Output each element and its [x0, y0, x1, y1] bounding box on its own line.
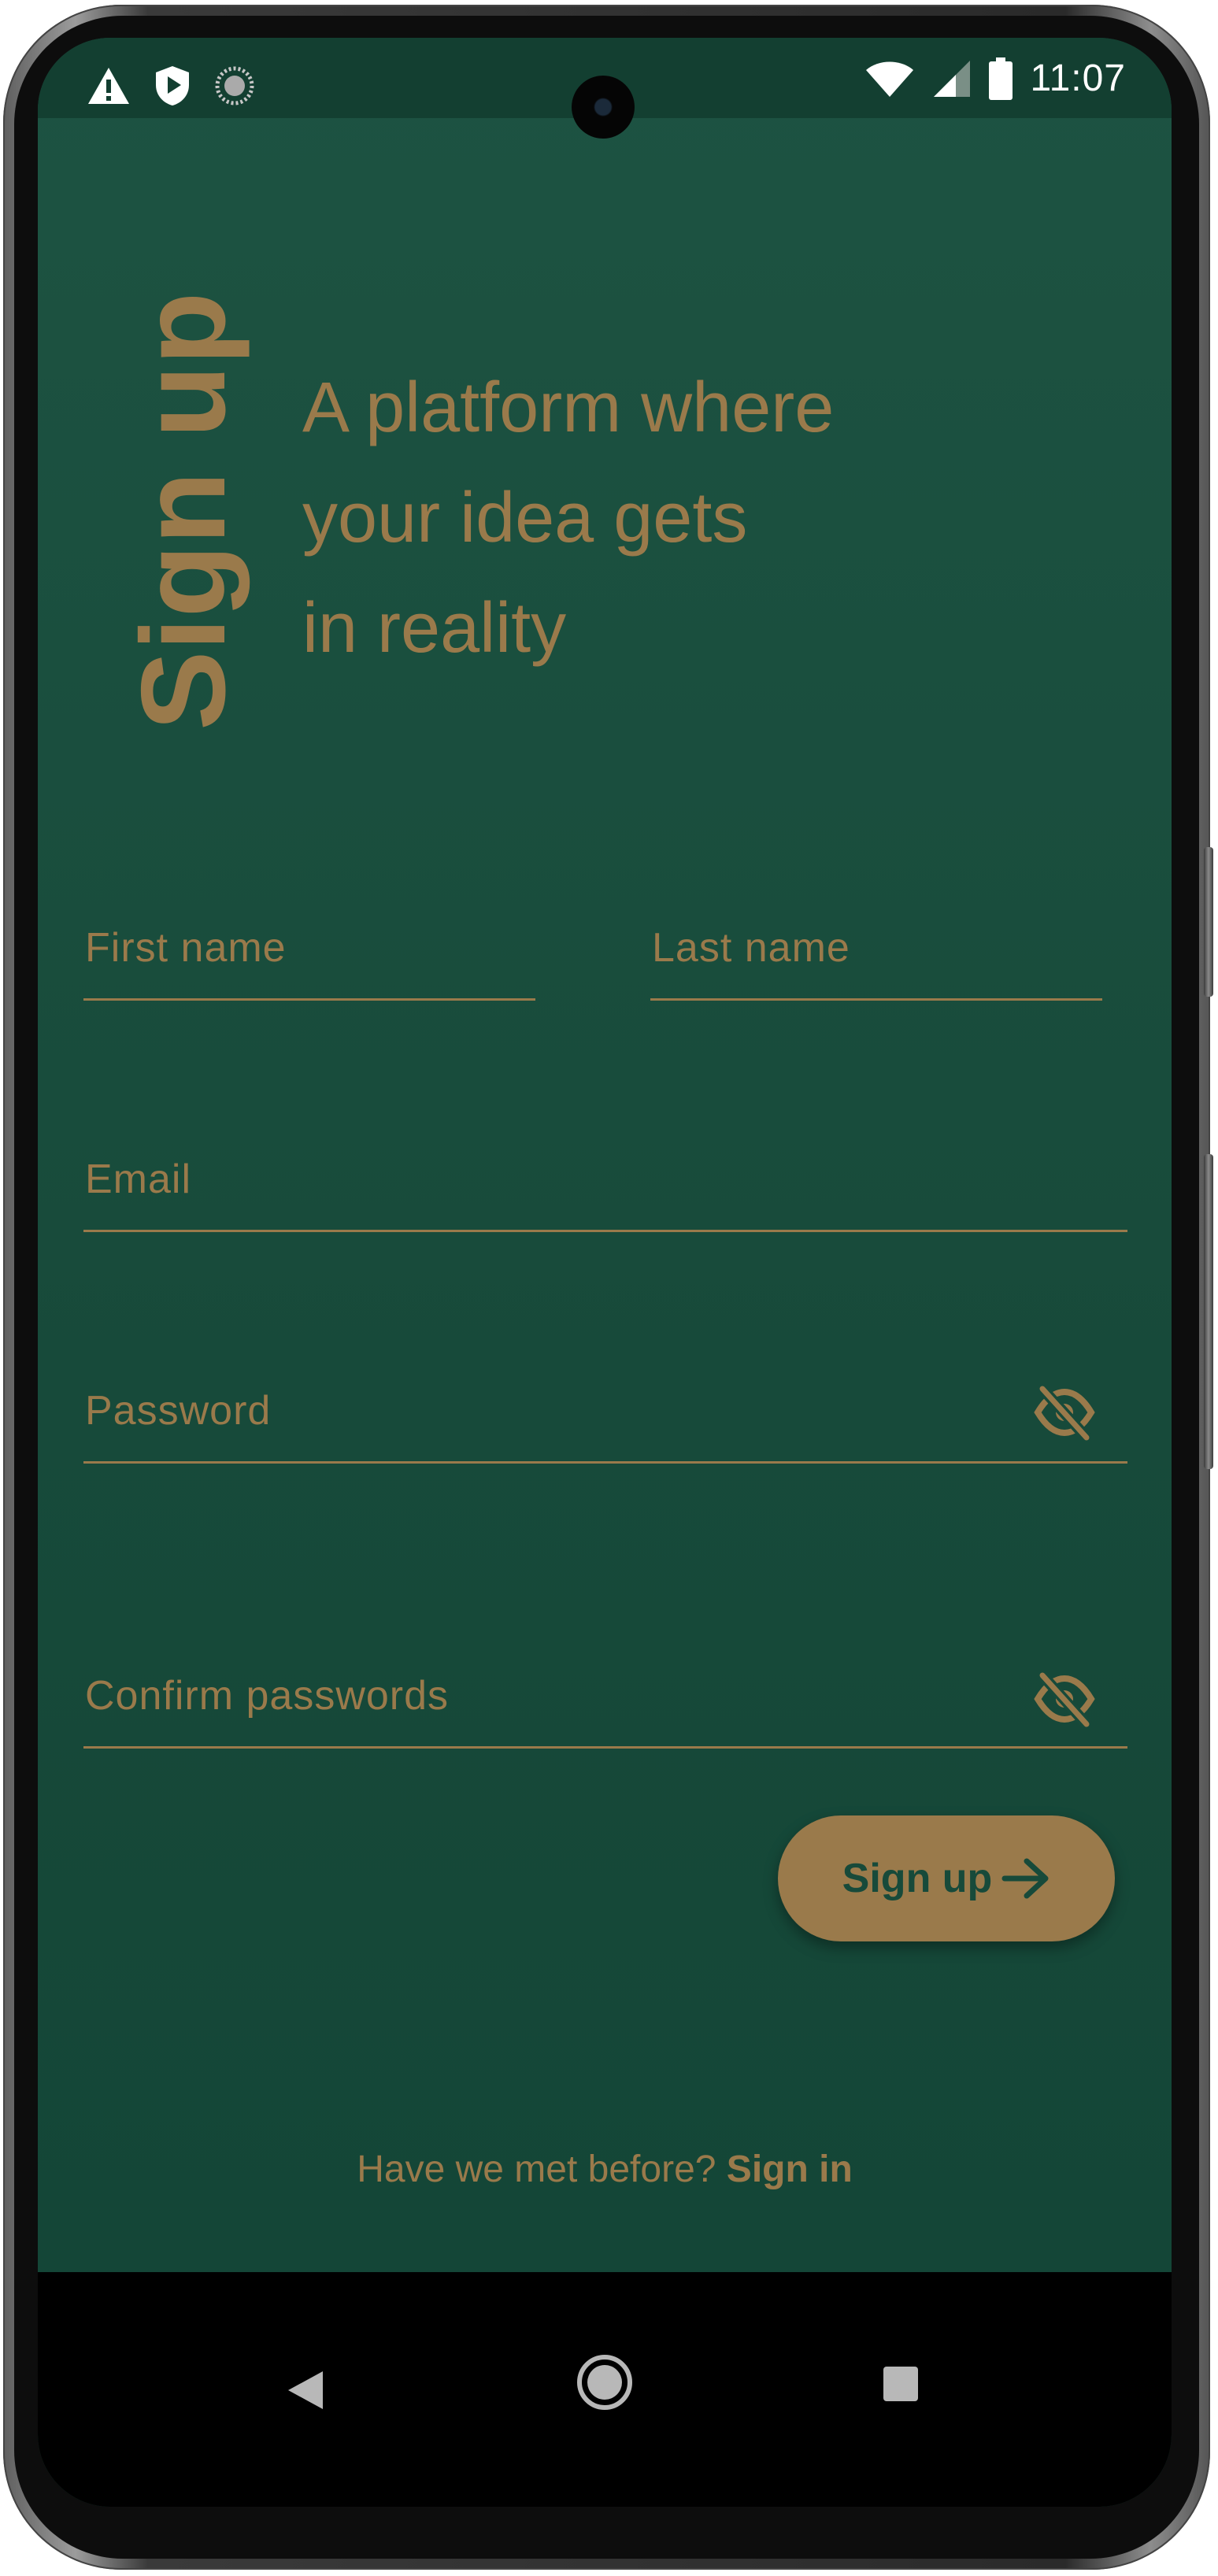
- status-time: 11:07: [1030, 57, 1126, 99]
- status-bar: 11:07: [38, 38, 1172, 139]
- front-camera: [572, 76, 635, 139]
- password-field[interactable]: Password: [83, 1319, 1127, 1464]
- shield-play-icon: [156, 66, 189, 105]
- sign-up-button[interactable]: Sign up: [778, 1815, 1115, 1941]
- page-title-text: Sign up: [117, 291, 250, 731]
- arrow-right-icon: [1001, 1858, 1049, 1899]
- sign-up-button-label: Sign up: [842, 1856, 993, 1901]
- sign-in-prompt: Have we met before? Sign in: [38, 2148, 1172, 2191]
- tagline-line: your idea gets: [302, 479, 748, 557]
- warning-icon: [88, 68, 129, 104]
- email-label: Email: [85, 1157, 192, 1202]
- last-name-field[interactable]: Last name: [650, 857, 1102, 1001]
- first-name-label: First name: [85, 925, 287, 971]
- tagline-line: A platform where: [302, 368, 835, 447]
- sign-in-prompt-text: Have we met before?: [357, 2149, 716, 2190]
- signal-icon: [934, 60, 971, 97]
- tagline-line: in reality: [302, 589, 567, 668]
- first-name-field[interactable]: First name: [83, 857, 535, 1001]
- email-field[interactable]: Email: [83, 1088, 1127, 1232]
- power-button: [1204, 1154, 1213, 1469]
- password-label: Password: [85, 1388, 272, 1434]
- recents-icon[interactable]: [879, 2362, 923, 2406]
- progress-circle-icon: [215, 66, 254, 105]
- last-name-label: Last name: [652, 925, 850, 971]
- back-icon[interactable]: [274, 2359, 337, 2422]
- confirm-password-label: Confirm passwords: [85, 1673, 450, 1719]
- wifi-icon: [866, 61, 914, 97]
- page-title: Sign up: [117, 292, 274, 731]
- confirm-password-field[interactable]: Confirm passwords: [83, 1549, 1127, 1749]
- battery-icon: [989, 57, 1013, 100]
- sign-in-link[interactable]: Sign in: [727, 2149, 853, 2190]
- eye-off-icon[interactable]: [1033, 1381, 1096, 1444]
- screen: 11:07 Sign up A platform where your idea…: [38, 38, 1172, 2507]
- tagline: A platform where your idea gets in reali…: [302, 353, 1090, 683]
- navigation-bar: [38, 2272, 1172, 2507]
- volume-button: [1204, 847, 1213, 997]
- eye-off-icon[interactable]: [1033, 1667, 1096, 1730]
- home-icon[interactable]: [572, 2349, 638, 2415]
